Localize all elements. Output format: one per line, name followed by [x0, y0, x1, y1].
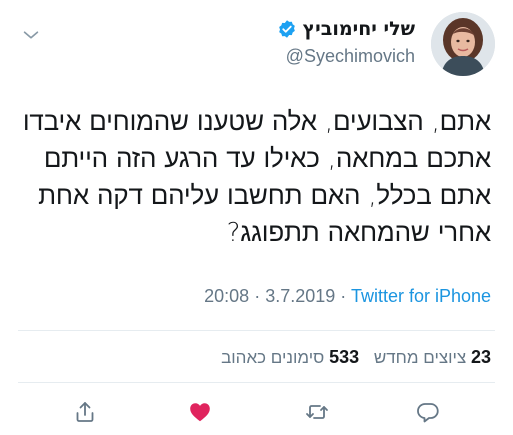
retweet-button[interactable] [300, 395, 334, 429]
tweet-header: שלי יחימוביץ @Syechimovich [18, 12, 495, 82]
tweet-text-line: אתכם במחאה, כאילו עד הרגע הזה הייתם [43, 144, 491, 174]
share-icon [76, 402, 94, 422]
tweet-text-line: אתם, הצבועים, אלה שטענו שהמוחים איבדו [22, 107, 491, 137]
share-button[interactable] [68, 395, 102, 429]
divider [18, 382, 495, 383]
retweet-icon [306, 405, 328, 419]
tweet-meta: 20:08 · 3.7.2019 · Twitter for iPhone [204, 286, 491, 307]
retweets-count: 23 [470, 347, 491, 367]
tweet-time[interactable]: 20:08 [204, 286, 249, 306]
chevron-down-icon[interactable] [20, 24, 42, 46]
reply-icon [417, 403, 439, 423]
likes-label: סימונים כאהוב [221, 348, 325, 367]
author-display-name[interactable]: שלי יחימוביץ [303, 18, 415, 40]
retweets-stat[interactable]: 23 ציוצים מחדש [373, 347, 491, 367]
likes-count: 533 [329, 347, 360, 367]
tweet-actions [0, 395, 513, 429]
verified-badge-icon [277, 19, 297, 39]
author-handle[interactable]: @Syechimovich [277, 46, 415, 67]
divider [18, 330, 495, 331]
meta-separator: · [249, 286, 266, 306]
like-button[interactable] [183, 395, 217, 429]
tweet-text-line: אחרי שהמחאה תתפוגג? [226, 218, 492, 248]
avatar-photo [431, 12, 495, 76]
reply-button[interactable] [411, 395, 445, 429]
tweet-card: שלי יחימוביץ @Syechimovich אתם, הצבועים,… [0, 0, 513, 435]
author-info: שלי יחימוביץ @Syechimovich [277, 18, 415, 67]
tweet-date[interactable]: 3.7.2019 [265, 286, 335, 306]
tweet-text: אתם, הצבועים, אלה שטענו שהמוחים איבדו את… [18, 104, 491, 252]
author-name-row: שלי יחימוביץ [277, 18, 415, 40]
avatar[interactable] [431, 12, 495, 76]
retweets-label: ציוצים מחדש [373, 348, 467, 367]
meta-separator: · [335, 286, 351, 306]
tweet-source-link[interactable]: Twitter for iPhone [351, 286, 491, 306]
heart-icon [190, 403, 210, 422]
likes-stat[interactable]: 533 סימונים כאהוב [221, 347, 360, 367]
tweet-stats: 23 ציוצים מחדש 533 סימונים כאהוב [211, 347, 491, 368]
tweet-text-line: אתם בכלל, האם תחשבו עליהם דקה אחת [38, 181, 491, 211]
